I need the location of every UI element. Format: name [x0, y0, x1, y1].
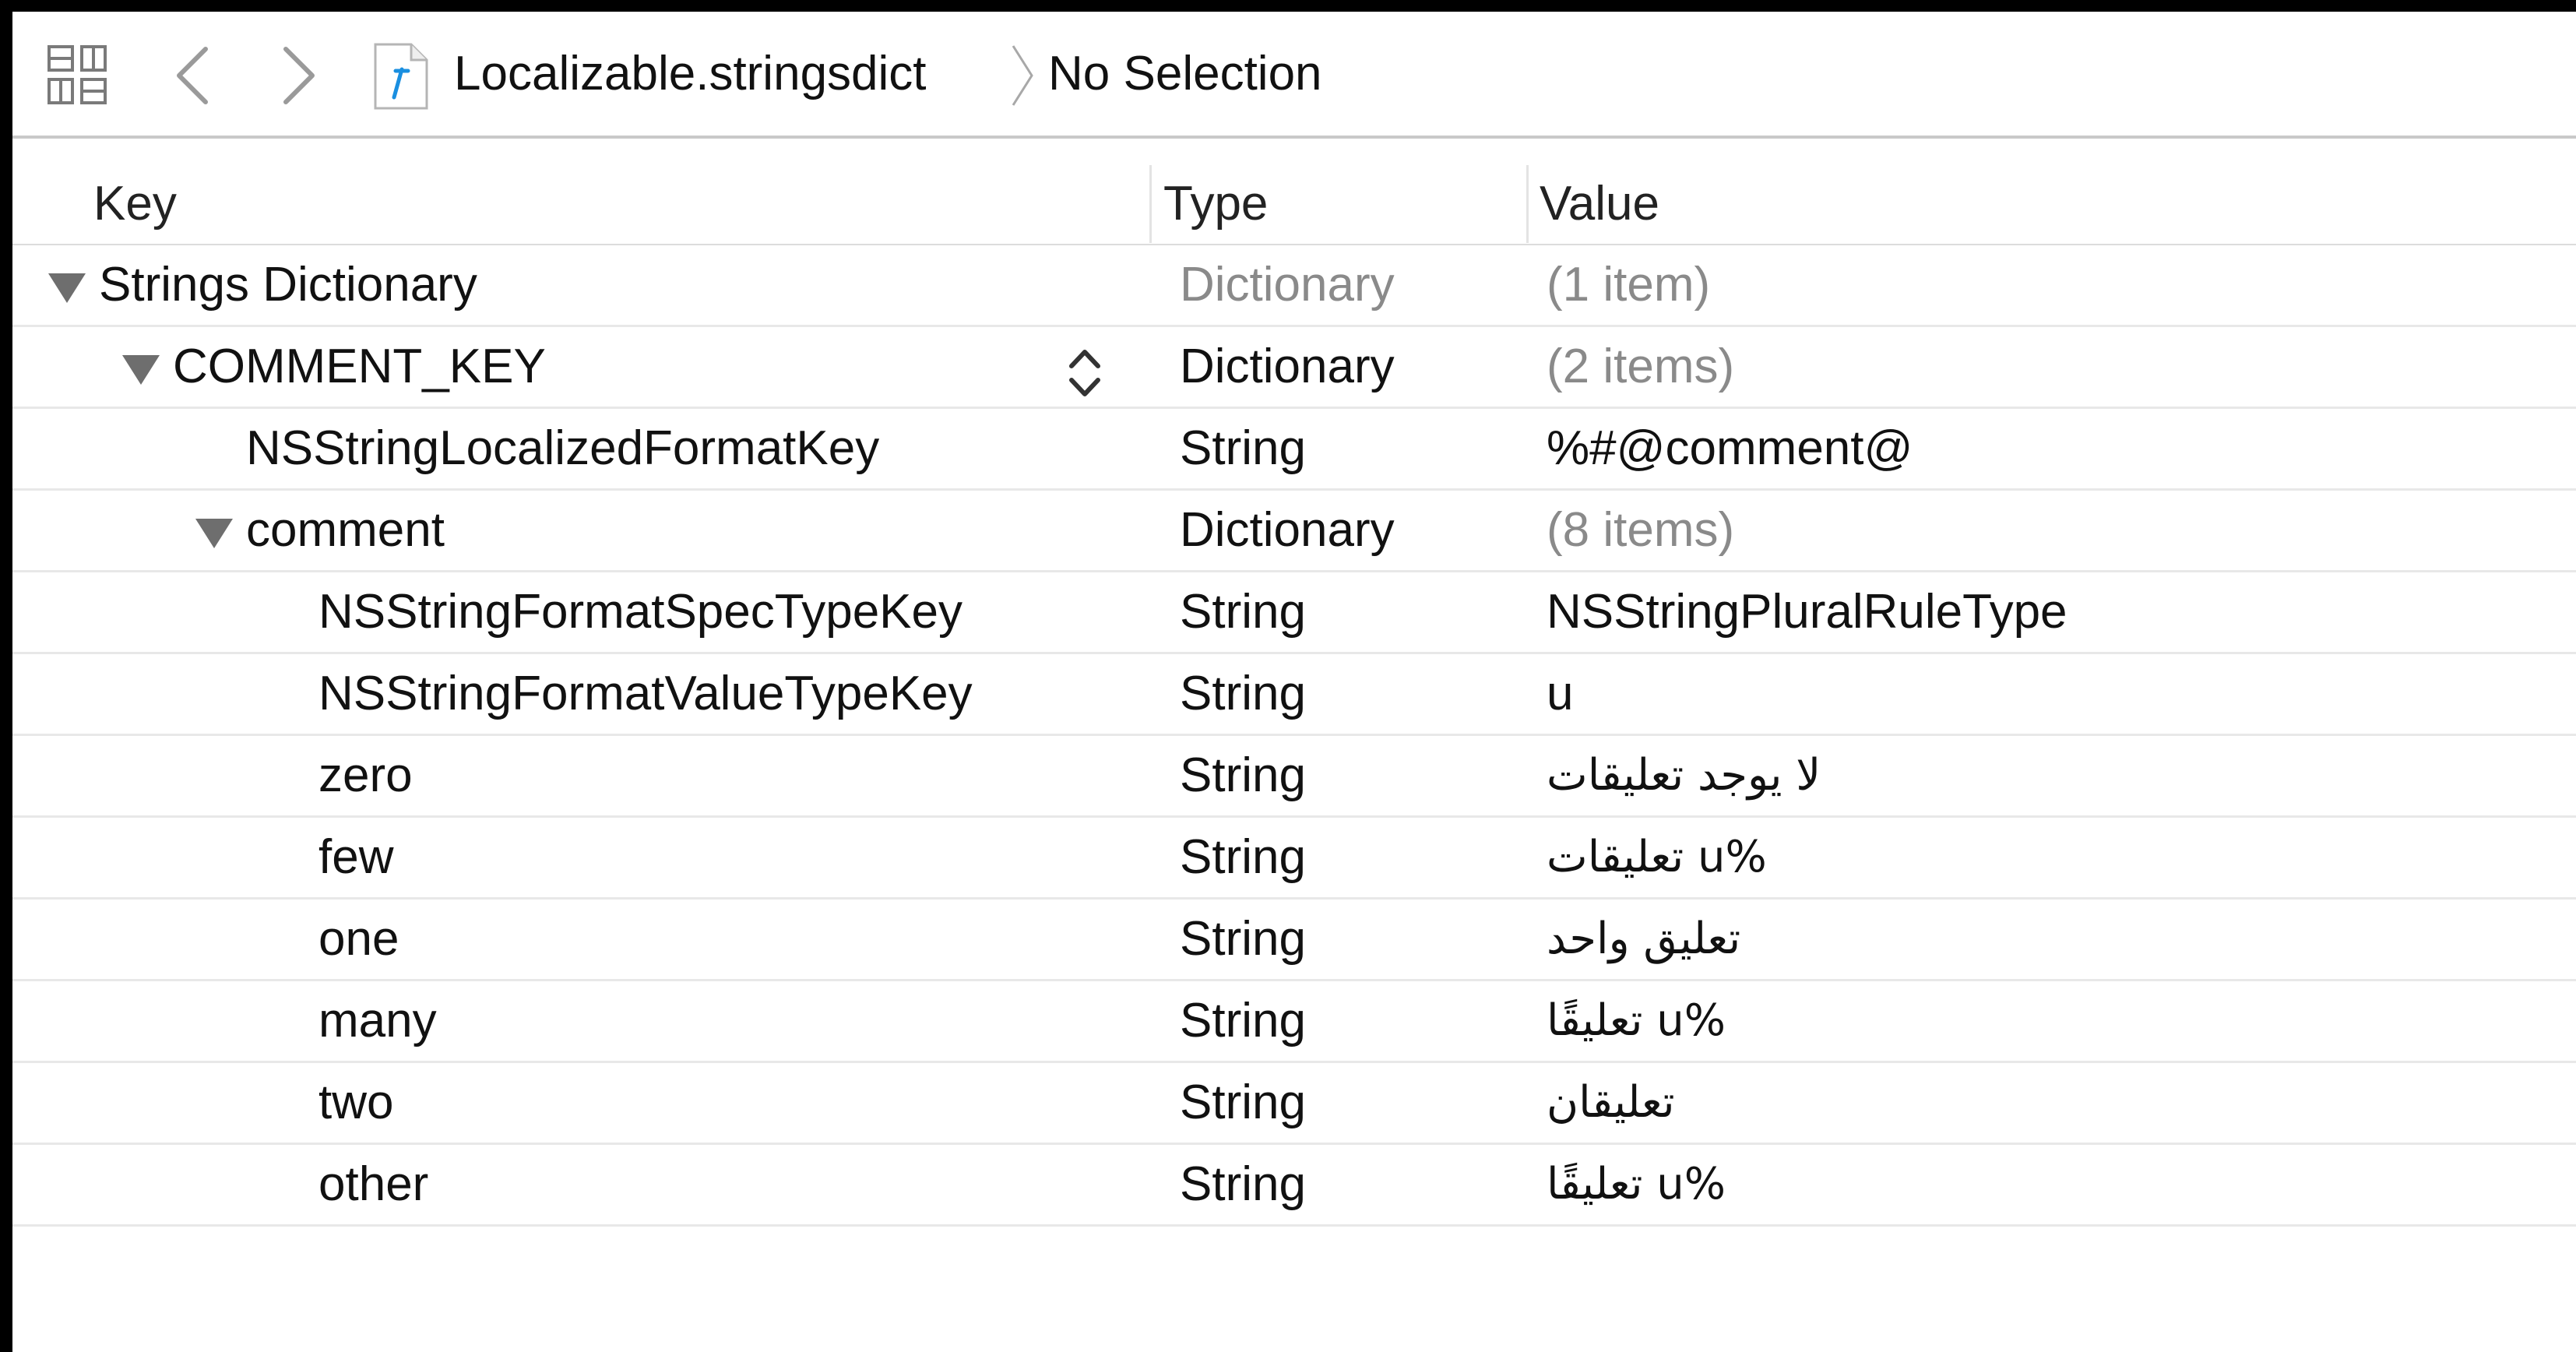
row-key[interactable]: one [318, 900, 399, 979]
row-key[interactable]: NSStringFormatValueTypeKey [318, 654, 973, 734]
breadcrumb-selection[interactable]: No Selection [1048, 43, 1322, 105]
row-type[interactable]: String [1180, 981, 1306, 1061]
row-type[interactable]: String [1180, 654, 1306, 734]
row-key[interactable]: other [318, 1145, 428, 1224]
row-type[interactable]: String [1180, 1063, 1306, 1143]
disclosure-triangle-icon[interactable] [195, 519, 233, 548]
row-type[interactable]: String [1180, 818, 1306, 897]
table-row[interactable]: NSStringLocalizedFormatKey String %#@com… [12, 409, 2576, 491]
row-type[interactable]: Dictionary [1180, 491, 1395, 570]
row-type[interactable]: String [1180, 736, 1306, 815]
row-type[interactable]: Dictionary [1180, 327, 1395, 407]
row-key[interactable]: two [318, 1063, 393, 1143]
row-value[interactable]: (2 items) [1547, 327, 1734, 407]
table-row[interactable]: many String %u تعليقًا [12, 981, 2576, 1063]
table-row[interactable]: comment Dictionary (8 items) [12, 491, 2576, 572]
row-value[interactable]: %u تعليقًا [1547, 981, 1726, 1061]
row-value[interactable]: %u تعليقات [1547, 818, 1767, 897]
row-value[interactable]: تعليق واحد [1547, 900, 1740, 979]
row-key[interactable]: few [318, 818, 393, 897]
row-type[interactable]: Dictionary [1180, 245, 1395, 325]
breadcrumb-chevron-icon [1012, 45, 1033, 106]
up-down-stepper-icon[interactable] [1065, 343, 1104, 403]
breadcrumb-file-name[interactable]: Localizable.stringsdict [454, 43, 927, 105]
table-header: Key Type Value [12, 139, 2576, 245]
row-type[interactable]: String [1180, 409, 1306, 488]
table-row[interactable]: two String تعليقان [12, 1063, 2576, 1145]
table-row[interactable]: NSStringFormatSpecTypeKey String NSStrin… [12, 572, 2576, 654]
row-key[interactable]: NSStringFormatSpecTypeKey [318, 572, 962, 652]
table-row[interactable]: NSStringFormatValueTypeKey String u [12, 654, 2576, 736]
row-value[interactable]: تعليقان [1547, 1063, 1675, 1143]
table-row[interactable]: zero String لا يوجد تعليقات [12, 736, 2576, 818]
table-row[interactable]: one String تعليق واحد [12, 900, 2576, 981]
table-row[interactable]: other String %u تعليقًا [12, 1145, 2576, 1227]
disclosure-triangle-icon[interactable] [122, 355, 160, 385]
row-value[interactable]: (8 items) [1547, 491, 1734, 570]
table-row[interactable]: few String %u تعليقات [12, 818, 2576, 900]
plist-rows: Strings Dictionary Dictionary (1 item) C… [12, 245, 2576, 1227]
row-key[interactable]: comment [246, 491, 445, 570]
row-value[interactable]: u [1547, 654, 1573, 734]
table-row[interactable]: COMMENT_KEY Dictionary (2 items) [12, 327, 2576, 409]
row-value[interactable]: (1 item) [1547, 245, 1710, 325]
row-key[interactable]: NSStringLocalizedFormatKey [246, 409, 879, 488]
row-value[interactable]: %#@comment@ [1547, 409, 1913, 488]
row-value[interactable]: NSStringPluralRuleType [1547, 572, 2067, 652]
row-key[interactable]: zero [318, 736, 413, 815]
stringsdict-file-icon[interactable] [371, 41, 430, 111]
row-key[interactable]: COMMENT_KEY [173, 327, 546, 407]
jump-bar: Localizable.stringsdict No Selection [12, 12, 2576, 139]
row-value[interactable]: %u تعليقًا [1547, 1145, 1726, 1224]
row-type[interactable]: String [1180, 900, 1306, 979]
table-row[interactable]: Strings Dictionary Dictionary (1 item) [12, 245, 2576, 327]
disclosure-triangle-icon[interactable] [48, 273, 86, 303]
row-key[interactable]: many [318, 981, 437, 1061]
related-items-grid-icon[interactable] [47, 44, 107, 105]
chevron-left-icon[interactable] [168, 44, 220, 107]
row-type[interactable]: String [1180, 1145, 1306, 1224]
row-key[interactable]: Strings Dictionary [99, 245, 477, 325]
column-header-type[interactable]: Type [1163, 139, 1268, 244]
column-header-key[interactable]: Key [93, 139, 177, 244]
row-value[interactable]: لا يوجد تعليقات [1547, 736, 1821, 815]
plist-editor-window: Localizable.stringsdict No Selection Key… [12, 12, 2576, 1352]
column-header-value[interactable]: Value [1540, 139, 1659, 244]
column-divider[interactable] [1149, 165, 1152, 243]
chevron-right-icon[interactable] [272, 44, 323, 107]
row-type[interactable]: String [1180, 572, 1306, 652]
column-divider[interactable] [1526, 165, 1529, 243]
